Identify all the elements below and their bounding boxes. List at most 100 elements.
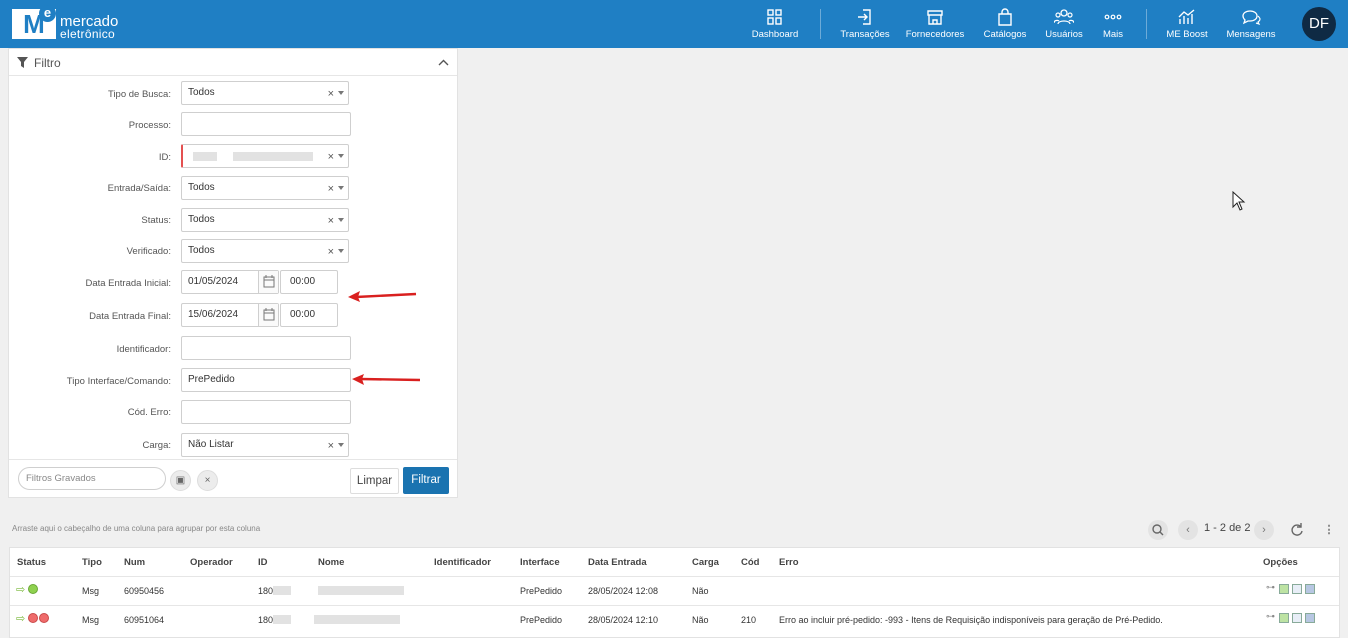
clear-icon[interactable]: × — [328, 210, 334, 232]
annotation-arrow-icon — [348, 291, 417, 302]
nav-divider — [820, 9, 821, 39]
clear-icon[interactable]: × — [328, 146, 334, 168]
data-inicial-label: Data Entrada Inicial: — [85, 278, 171, 289]
data-inicial-input[interactable]: 01/05/2024 — [181, 270, 279, 294]
column-header[interactable]: Operador — [190, 557, 233, 568]
nav-divider — [1146, 9, 1147, 39]
arrow-right-icon: ⇨ — [16, 613, 26, 625]
arrow-right-icon: ⇨ — [16, 584, 26, 596]
hora-final-input[interactable]: 00:00 — [280, 303, 338, 327]
verificado-label: Verificado: — [126, 246, 171, 257]
cod-erro-label: Cód. Erro: — [127, 407, 171, 418]
column-header[interactable]: Identificador — [434, 557, 491, 568]
nav-catalogos[interactable]: Catálogos — [980, 0, 1030, 48]
filter-title: Filtro — [34, 56, 61, 70]
tipo-interface-input[interactable]: PrePedido — [181, 368, 351, 392]
prev-page-icon[interactable]: ‹ — [1178, 520, 1198, 540]
dropdown-caret-icon — [338, 154, 344, 158]
column-header[interactable]: Interface — [520, 557, 560, 568]
nav-usuarios[interactable]: Usuários — [1042, 0, 1086, 48]
tipo-interface-label: Tipo Interface/Comando: — [66, 376, 171, 387]
processo-input[interactable] — [181, 112, 351, 136]
bag-icon — [998, 8, 1012, 26]
add-icon[interactable] — [1279, 613, 1289, 623]
cod-erro-input[interactable] — [181, 400, 351, 424]
group-by-hint: Arraste aqui o cabeçalho de uma coluna p… — [12, 524, 261, 533]
id-label: ID: — [158, 152, 171, 163]
add-icon[interactable] — [1279, 584, 1289, 594]
redacted-value — [318, 586, 404, 595]
more-options-icon[interactable]: ⋮ — [1319, 520, 1339, 540]
saved-filters-input[interactable]: Filtros Gravados — [18, 467, 166, 490]
save-icon[interactable] — [1305, 613, 1315, 623]
nav-mensagens[interactable]: Mensagens — [1225, 0, 1277, 48]
hora-inicial-input[interactable]: 00:00 — [280, 270, 338, 294]
more-icon — [1104, 14, 1122, 20]
pager-info: 1 - 2 de 2 — [1204, 522, 1251, 534]
clear-icon[interactable]: × — [328, 435, 334, 457]
column-header[interactable]: Opções — [1263, 557, 1298, 568]
users-icon — [1054, 9, 1074, 25]
verificado-select[interactable]: Todos × — [181, 239, 349, 263]
nav-fornecedores[interactable]: Fornecedores — [905, 0, 965, 48]
mercado-eletronico-logo[interactable]: Me mercado eletrônico — [12, 5, 122, 42]
view-icon[interactable] — [1292, 584, 1302, 594]
link-icon[interactable]: ⊶ — [1266, 582, 1276, 592]
store-icon — [927, 10, 943, 25]
column-header[interactable]: Cód — [741, 557, 759, 568]
id-select[interactable]: × — [181, 144, 349, 168]
clear-icon[interactable]: × — [328, 241, 334, 263]
dropdown-caret-icon — [338, 249, 344, 253]
save-icon[interactable] — [1305, 584, 1315, 594]
nav-me-boost[interactable]: ME Boost — [1162, 0, 1212, 48]
filter-button[interactable]: Filtrar — [403, 467, 449, 494]
next-page-icon[interactable]: › — [1254, 520, 1274, 540]
search-icon[interactable] — [1148, 520, 1168, 540]
column-header[interactable]: Status — [17, 557, 46, 568]
redacted-value — [193, 152, 217, 161]
nav-dashboard[interactable]: Dashboard — [748, 0, 802, 48]
filter-header[interactable]: Filtro — [9, 49, 457, 76]
view-icon[interactable] — [1292, 613, 1302, 623]
column-header[interactable]: Data Entrada — [588, 557, 647, 568]
carga-select[interactable]: Não Listar × — [181, 433, 349, 457]
table-row[interactable]: ⇨ Msg 60950456 180 PrePedido 28/05/2024 … — [10, 576, 1339, 605]
redacted-value — [273, 615, 291, 624]
clear-icon[interactable]: × — [328, 178, 334, 200]
clear-icon[interactable]: × — [328, 83, 334, 105]
identificador-input[interactable] — [181, 336, 351, 360]
dropdown-caret-icon — [338, 91, 344, 95]
data-final-input[interactable]: 15/06/2024 — [181, 303, 279, 327]
link-icon[interactable]: ⊶ — [1266, 611, 1276, 621]
calendar-icon[interactable] — [258, 304, 278, 326]
dropdown-caret-icon — [338, 218, 344, 222]
entrada-saida-select[interactable]: Todos × — [181, 176, 349, 200]
entrada-saida-label: Entrada/Saída: — [107, 183, 171, 194]
close-icon[interactable]: × — [197, 470, 218, 491]
nav-transacoes[interactable]: Transações — [838, 0, 892, 48]
redacted-value — [273, 586, 291, 595]
annotation-arrow-icon — [352, 374, 421, 385]
redacted-value — [233, 152, 313, 161]
tipo-busca-label: Tipo de Busca: — [107, 89, 171, 100]
nav-mais[interactable]: Mais — [1098, 0, 1128, 48]
clear-button[interactable]: Limpar — [350, 468, 399, 494]
dropdown-caret-icon — [338, 443, 344, 447]
calendar-icon[interactable] — [258, 271, 278, 293]
column-header[interactable]: Carga — [692, 557, 719, 568]
dropdown-caret-icon — [338, 186, 344, 190]
redacted-value — [314, 615, 400, 624]
column-header[interactable]: Nome — [318, 557, 344, 568]
column-header[interactable]: Num — [124, 557, 145, 568]
tipo-busca-select[interactable]: Todos × — [181, 81, 349, 105]
table-row[interactable]: ⇨ Msg 60951064 180 PrePedido 28/05/2024 … — [10, 605, 1339, 634]
status-select[interactable]: Todos × — [181, 208, 349, 232]
results-grid: Status Tipo Num Operador ID Nome Identif… — [9, 547, 1340, 638]
refresh-icon[interactable] — [1287, 520, 1307, 540]
chevron-up-icon[interactable] — [438, 57, 449, 68]
save-filter-icon[interactable]: ▣ — [170, 470, 191, 491]
column-header[interactable]: ID — [258, 557, 268, 568]
column-header[interactable]: Erro — [779, 557, 799, 568]
column-header[interactable]: Tipo — [82, 557, 102, 568]
user-avatar[interactable]: DF — [1302, 7, 1336, 41]
